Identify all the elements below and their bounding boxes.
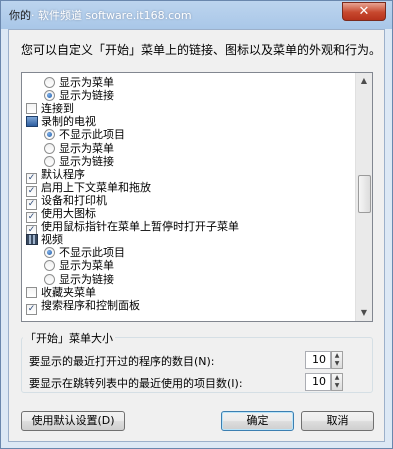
- radio-button[interactable]: [44, 247, 55, 259]
- cancel-button[interactable]: 取消: [301, 411, 374, 431]
- list-item-label: 显示为链接: [59, 154, 114, 168]
- list-item: 视频: [26, 233, 63, 246]
- list-item-label: 显示为菜单: [59, 76, 114, 89]
- spin-up-icon[interactable]: ▲: [332, 374, 342, 382]
- list-item-label: 启用上下文菜单和拖放: [41, 180, 151, 194]
- jumplist-items-stepper[interactable]: 10 ▲ ▼: [305, 373, 345, 391]
- checkbox[interactable]: [26, 103, 37, 115]
- radio-button[interactable]: [44, 273, 55, 285]
- scroll-up-button[interactable]: ▲: [356, 73, 372, 89]
- jumplist-spin-buttons[interactable]: ▲ ▼: [331, 373, 343, 391]
- menu-size-group-title: 「开始」菜单大小: [23, 330, 115, 346]
- list-item-label: 收藏夹菜单: [41, 285, 96, 299]
- list-item[interactable]: 连接到: [26, 102, 74, 115]
- list-item-label: 不显示此项目: [59, 246, 125, 260]
- list-item-label: 不显示此项目: [59, 128, 125, 142]
- scroll-down-icon: ▼: [360, 308, 368, 317]
- scroll-up-icon: ▲: [360, 76, 368, 85]
- list-item[interactable]: ✓ 启用上下文菜单和拖放: [26, 180, 151, 197]
- title-bar[interactable]: 你的· 软件频道 software.it168.com ✕: [1, 1, 392, 29]
- list-item[interactable]: 收藏夹菜单: [26, 286, 96, 299]
- list-item-label: 显示为链接: [59, 89, 114, 103]
- recent-programs-input[interactable]: 10: [305, 351, 331, 369]
- list-item-label: 显示为菜单: [59, 141, 114, 155]
- jumplist-items-input[interactable]: 10: [305, 373, 331, 391]
- list-item[interactable]: 显示为菜单: [44, 76, 114, 89]
- radio-button[interactable]: [44, 142, 55, 154]
- ok-button[interactable]: 确定: [221, 411, 294, 431]
- list-item[interactable]: ✓ 使用大图标: [26, 207, 96, 223]
- radio-button[interactable]: [44, 155, 55, 167]
- checkbox[interactable]: [26, 286, 37, 298]
- close-button[interactable]: ✕: [342, 2, 386, 21]
- list-item-label: 显示为菜单: [59, 259, 114, 273]
- watermark-text: · 软件频道 software.it168.com: [31, 9, 192, 22]
- list-item[interactable]: ✓ 设备和打印机: [26, 193, 107, 210]
- list-item-label: 视频: [41, 233, 63, 247]
- list-item-label: 搜索程序和控制面板: [41, 298, 140, 312]
- recent-programs-stepper[interactable]: 10 ▲ ▼: [305, 351, 345, 369]
- dialog-window: 你的· 软件频道 software.it168.com ✕ 您可以自定义「开始」…: [0, 0, 393, 449]
- jumplist-items-label: 要显示在跳转列表中的最近使用的项目数(I):: [29, 377, 243, 390]
- list-item-label: 录制的电视: [41, 115, 96, 129]
- list-item[interactable]: ✓ 默认程序: [26, 167, 85, 184]
- list-item[interactable]: 不显示此项目: [44, 246, 125, 259]
- spin-down-icon[interactable]: ▼: [332, 382, 342, 390]
- radio-button[interactable]: [44, 90, 55, 102]
- list-item[interactable]: 显示为菜单: [44, 259, 114, 272]
- list-item[interactable]: ✓ 搜索程序和控制面板: [26, 298, 140, 315]
- use-defaults-button[interactable]: 使用默认设置(D): [21, 411, 125, 431]
- spin-down-icon[interactable]: ▼: [332, 360, 342, 368]
- recent-programs-spin-buttons[interactable]: ▲ ▼: [331, 351, 343, 369]
- tv-icon: [26, 116, 38, 128]
- list-item[interactable]: 显示为菜单: [44, 142, 114, 155]
- list-item[interactable]: 显示为链接: [44, 89, 114, 102]
- dialog-description: 您可以自定义「开始」菜单上的链接、图标以及菜单的外观和行为。: [21, 43, 382, 57]
- scroll-down-button[interactable]: ▼: [356, 305, 372, 321]
- radio-button[interactable]: [44, 260, 55, 272]
- video-icon: [26, 234, 38, 246]
- radio-button[interactable]: [44, 77, 55, 88]
- list-item[interactable]: 显示为链接: [44, 155, 114, 168]
- options-listbox[interactable]: 显示为菜单 显示为链接 连接到 录制的电视 不显示此项目 显示为菜单 显示为链接 ✓ 默认程序 ✓…: [21, 72, 373, 322]
- list-item: 录制的电视: [26, 115, 96, 128]
- list-item-label: 使用鼠标指针在菜单上暂停时打开子菜单: [41, 220, 239, 234]
- recent-programs-label: 要显示的最近打开过的程序的数目(N):: [29, 355, 215, 368]
- list-item[interactable]: 显示为链接: [44, 273, 114, 286]
- close-icon: ✕: [358, 4, 370, 19]
- spin-up-icon[interactable]: ▲: [332, 352, 342, 360]
- radio-button[interactable]: [44, 129, 55, 141]
- scroll-thumb[interactable]: [358, 175, 371, 213]
- dialog-client-area: 您可以自定义「开始」菜单上的链接、图标以及菜单的外观和行为。 显示为菜单 显示为链…: [8, 29, 385, 442]
- list-item-label: 连接到: [41, 102, 74, 116]
- list-item[interactable]: ✓ 使用鼠标指针在菜单上暂停时打开子菜单: [26, 220, 239, 237]
- list-item-label: 设备和打印机: [41, 193, 107, 207]
- list-item-label: 使用大图标: [41, 207, 96, 220]
- vertical-scrollbar[interactable]: ▲ ▼: [355, 73, 372, 321]
- list-item-label: 默认程序: [41, 167, 85, 181]
- checkbox[interactable]: ✓: [26, 303, 37, 315]
- window-title-text: 你的: [9, 9, 31, 22]
- list-item[interactable]: 不显示此项目: [44, 128, 125, 141]
- window-title: 你的· 软件频道 software.it168.com: [9, 7, 192, 23]
- list-item-label: 显示为链接: [59, 272, 114, 286]
